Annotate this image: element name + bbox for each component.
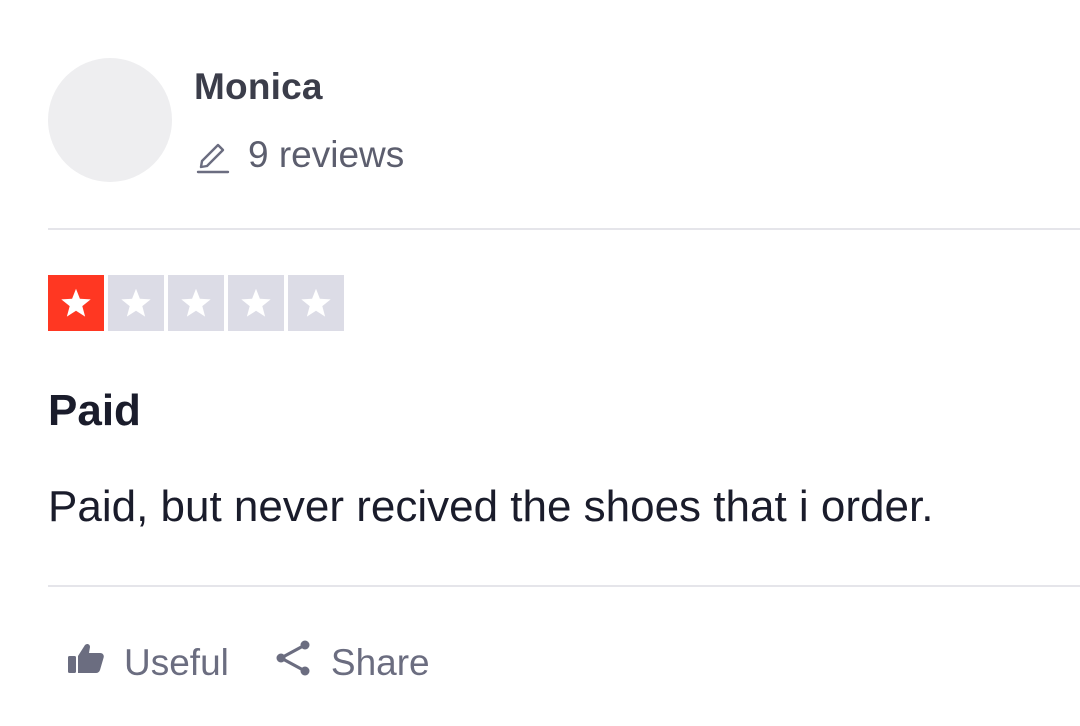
star-5-icon xyxy=(288,275,344,331)
review-actions: Useful Share xyxy=(66,638,430,687)
review-card: Monica 9 reviews Paid Paid, but never re… xyxy=(0,0,1080,726)
avatar[interactable] xyxy=(48,58,172,182)
review-count: 9 reviews xyxy=(194,134,404,176)
divider xyxy=(48,585,1080,587)
useful-button[interactable]: Useful xyxy=(66,641,229,684)
divider xyxy=(48,228,1080,230)
star-3-icon xyxy=(168,275,224,331)
star-2-icon xyxy=(108,275,164,331)
star-rating xyxy=(48,275,344,331)
useful-label: Useful xyxy=(124,641,229,683)
pencil-icon xyxy=(194,135,232,175)
star-4-icon xyxy=(228,275,284,331)
consumer-name[interactable]: Monica xyxy=(194,66,323,108)
share-button[interactable]: Share xyxy=(273,638,430,687)
review-title[interactable]: Paid xyxy=(48,386,141,436)
thumbs-up-icon xyxy=(66,641,106,684)
share-icon xyxy=(273,638,313,687)
share-label: Share xyxy=(330,641,430,683)
star-1-icon xyxy=(48,275,104,331)
review-count-label: 9 reviews xyxy=(248,134,405,175)
review-body: Paid, but never recived the shoes that i… xyxy=(48,482,934,531)
